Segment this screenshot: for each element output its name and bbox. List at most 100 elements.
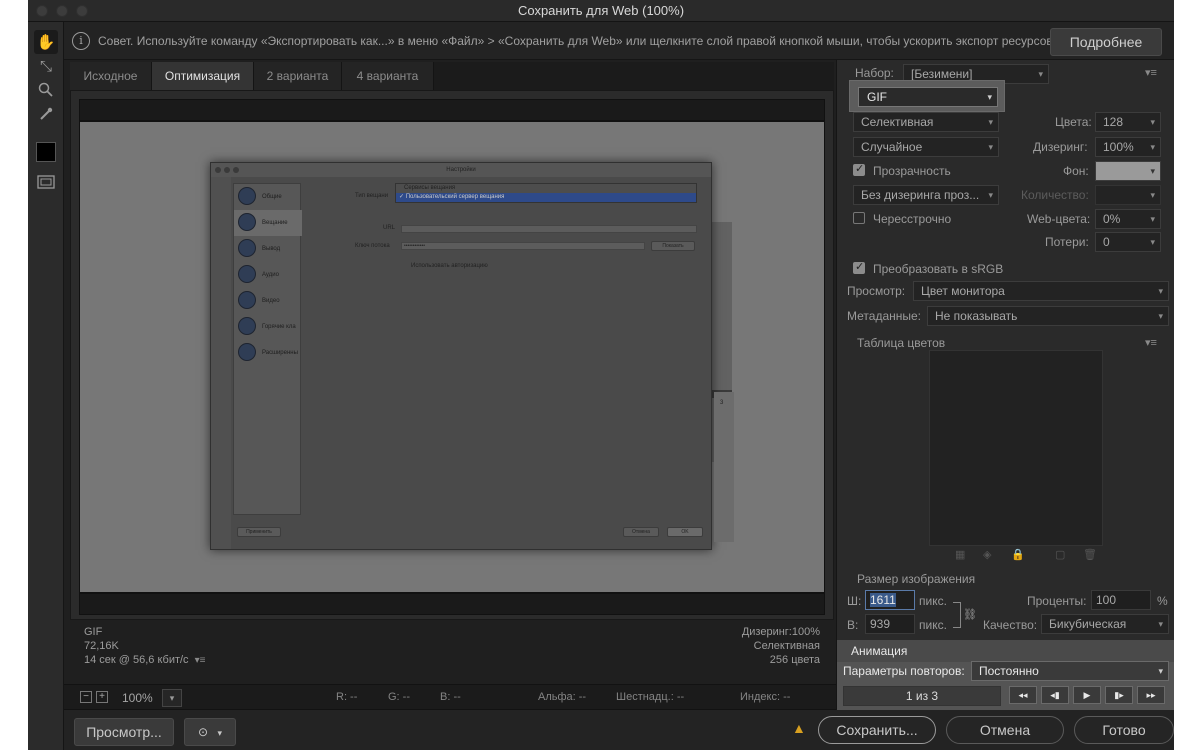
general-icon bbox=[238, 187, 256, 205]
blue-value: B: -- bbox=[440, 691, 461, 703]
category-hotkeys: Горячие кла bbox=[234, 314, 302, 340]
eyedropper-color-swatch[interactable] bbox=[36, 142, 56, 162]
settings-categories: Общие Вещание Вывод Аудио Видео Горячие … bbox=[233, 183, 302, 515]
stream-key-label: Ключ потока bbox=[355, 243, 390, 249]
colors-count-text: 256 цвета bbox=[769, 654, 820, 666]
slice-select-tool-icon[interactable]: ⤡ bbox=[34, 54, 58, 78]
cancel-button[interactable]: Отмена bbox=[946, 716, 1064, 744]
tab-2-up[interactable]: 2 варианта bbox=[254, 62, 342, 90]
save-button[interactable]: Сохранить... bbox=[818, 716, 936, 744]
audio-icon bbox=[238, 265, 256, 283]
format-popup: GIF ▾ bbox=[849, 80, 1005, 112]
play-button[interactable]: ▶ bbox=[1073, 686, 1101, 704]
lock-color-icon[interactable]: 🔒 bbox=[1011, 548, 1025, 561]
stream-key-field: •••••••••••• bbox=[401, 242, 645, 250]
title-bar: Сохранить для Web (100%) bbox=[28, 0, 1174, 22]
amount-dropdown: ▾ bbox=[1095, 185, 1161, 205]
download-time-text: 14 сек @ 56,6 кбит/с bbox=[84, 654, 189, 666]
width-unit: пикс. bbox=[919, 594, 947, 608]
tool-bar: ✋ ⤡ bbox=[28, 22, 64, 750]
percent-label: Проценты: bbox=[1027, 594, 1087, 608]
chevron-down-icon: ▾ bbox=[1038, 69, 1043, 79]
dither-algorithm-dropdown[interactable]: Случайное ▾ bbox=[853, 137, 999, 157]
hand-tool-icon[interactable]: ✋ bbox=[34, 30, 58, 54]
info-icon: i bbox=[72, 32, 90, 50]
category-advanced: Расширенны bbox=[234, 340, 302, 366]
interlaced-checkbox[interactable] bbox=[853, 212, 865, 224]
color-table-menu-icon[interactable]: ▾≡ bbox=[1145, 336, 1157, 349]
chevron-down-icon: ▾ bbox=[1150, 117, 1155, 127]
height-input[interactable]: 939 bbox=[865, 614, 915, 634]
learn-more-button[interactable]: Подробнее bbox=[1050, 28, 1162, 56]
done-button[interactable]: Готово bbox=[1074, 716, 1174, 744]
background-window-right bbox=[714, 392, 734, 542]
preview-mode-dropdown[interactable]: Цвет монитора ▾ bbox=[913, 281, 1169, 301]
quality-label: Качество: bbox=[983, 618, 1038, 632]
preview-browser-dropdown[interactable]: ⊙ ▾ bbox=[184, 718, 236, 746]
zoom-dropdown-chevron-icon[interactable]: ▾ bbox=[162, 689, 182, 707]
chevron-down-icon: ▾ bbox=[988, 117, 993, 127]
format-text: GIF bbox=[84, 626, 103, 638]
category-output: Вывод bbox=[234, 236, 302, 262]
dialog-ok-button: OK bbox=[667, 527, 703, 537]
hex-value: Шестнадц.: -- bbox=[616, 691, 685, 703]
chevron-down-icon: ▾ bbox=[988, 190, 993, 200]
download-speed-menu-icon[interactable]: ▾≡ bbox=[195, 655, 206, 666]
quality-dropdown[interactable]: Бикубическая ▾ bbox=[1041, 614, 1169, 634]
colors-dropdown[interactable]: 128 ▾ bbox=[1095, 112, 1161, 132]
interlaced-label: Чересстрочно bbox=[873, 212, 952, 226]
stream-type-label: Тип вещани bbox=[355, 193, 389, 199]
lossy-dropdown[interactable]: 0 ▾ bbox=[1095, 232, 1161, 252]
last-frame-button[interactable]: ▸▸ bbox=[1137, 686, 1165, 704]
zoom-tool-icon[interactable] bbox=[34, 78, 58, 102]
image-canvas[interactable]: Настройки Общие Вещание Вывод Аудио Виде… bbox=[79, 121, 825, 593]
chevron-down-icon: ▾ bbox=[1158, 666, 1163, 676]
web-snap-label: Web-цвета: bbox=[1027, 212, 1091, 226]
hotkeys-icon bbox=[238, 317, 256, 335]
chevron-down-icon: ▾ bbox=[217, 728, 222, 738]
zoom-out-button[interactable]: − bbox=[80, 691, 92, 703]
preview-button[interactable]: Просмотр... bbox=[74, 718, 174, 746]
transparency-dither-dropdown[interactable]: Без дизеринга проз... ▾ bbox=[853, 185, 999, 205]
matte-dropdown[interactable]: ▾ bbox=[1095, 161, 1161, 181]
percent-input[interactable]: 100 bbox=[1091, 590, 1151, 610]
metadata-dropdown[interactable]: Не показывать ▾ bbox=[927, 306, 1169, 326]
web-shift-icon[interactable]: ◈ bbox=[983, 548, 991, 561]
previous-frame-button[interactable]: ◂▮ bbox=[1041, 686, 1069, 704]
color-table[interactable] bbox=[929, 350, 1103, 546]
next-frame-button[interactable]: ▮▸ bbox=[1105, 686, 1133, 704]
transparency-checkbox[interactable] bbox=[853, 162, 865, 176]
web-snap-dropdown[interactable]: 0% ▾ bbox=[1095, 209, 1161, 229]
optimize-panel: Набор: [Безимени] ▾ ▾≡ GIF ▾ Селективная ▾ … bbox=[836, 60, 1174, 710]
category-stream: Вещание bbox=[234, 210, 302, 236]
tab-optimized[interactable]: Оптимизация bbox=[152, 62, 254, 90]
height-label: В: bbox=[847, 618, 859, 632]
animation-section: Параметры повторов: Постоянно ▾ 1 из 3 ◂◂… bbox=[837, 661, 1174, 710]
tab-original[interactable]: Исходное bbox=[70, 62, 152, 90]
convert-srgb-label: Преобразовать в sRGB bbox=[873, 262, 1004, 276]
constrain-bracket bbox=[953, 602, 961, 628]
convert-srgb-checkbox[interactable] bbox=[853, 260, 865, 274]
eyedropper-tool-icon[interactable] bbox=[34, 102, 58, 126]
link-icon[interactable]: ⛓ bbox=[963, 608, 977, 621]
preset-label: Набор: bbox=[855, 66, 894, 80]
first-frame-button[interactable]: ◂◂ bbox=[1009, 686, 1037, 704]
menu-item-custom-server: ✓ Пользовательский сервер вещания bbox=[396, 193, 696, 202]
new-color-icon[interactable]: ▢ bbox=[1055, 548, 1065, 561]
map-to-transparent-icon[interactable]: ▦ bbox=[955, 548, 965, 561]
trash-icon[interactable]: 🗑 bbox=[1083, 548, 1097, 561]
loop-options-dropdown[interactable]: Постоянно ▾ bbox=[971, 661, 1169, 681]
width-input[interactable]: 1611 bbox=[865, 590, 915, 610]
dither-amount-dropdown[interactable]: 100% ▾ bbox=[1095, 137, 1161, 157]
dither-label: Дизеринг: bbox=[1033, 140, 1088, 154]
color-reduction-dropdown[interactable]: Селективная ▾ bbox=[853, 112, 999, 132]
metadata-label: Метаданные: bbox=[847, 309, 922, 323]
optimized-info: GIF 72,16K 14 сек @ 56,6 кбит/с ▾≡ bbox=[84, 625, 205, 668]
toggle-slices-visibility-icon[interactable] bbox=[34, 170, 58, 194]
format-dropdown[interactable]: GIF ▾ bbox=[858, 87, 998, 107]
warning-icon: ▲ bbox=[792, 720, 806, 736]
optimize-menu-icon[interactable]: ▾≡ bbox=[1145, 66, 1157, 79]
zoom-in-button[interactable]: + bbox=[96, 691, 108, 703]
category-video: Видео bbox=[234, 288, 302, 314]
tab-4-up[interactable]: 4 варианта bbox=[342, 62, 434, 90]
